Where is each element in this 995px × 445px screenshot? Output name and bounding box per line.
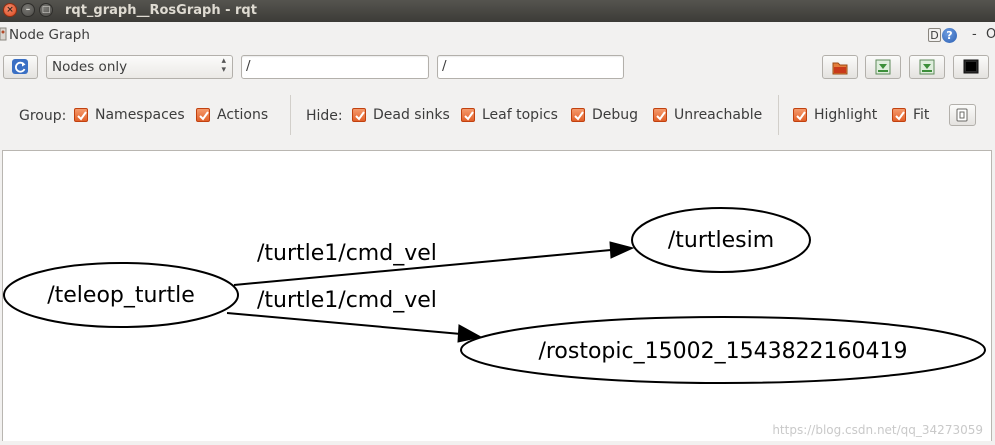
watermark: https://blog.csdn.net/qq_34273059	[772, 423, 983, 437]
dock-d-button[interactable]: D	[928, 28, 941, 42]
plugin-header: Node Graph D ? - O	[0, 23, 995, 49]
window-title: rqt_graph__RosGraph - rqt	[65, 3, 257, 18]
help-button[interactable]: ?	[942, 28, 957, 43]
namespaces-label: Namespaces	[95, 107, 185, 123]
checkmark-icon	[461, 108, 475, 122]
fit-view-icon	[956, 108, 968, 122]
save-dot-icon	[875, 59, 891, 75]
combo-arrows-icon: ▴ ▾	[221, 56, 226, 75]
options-divider	[290, 95, 291, 135]
refresh-button[interactable]	[3, 55, 38, 79]
namespace-filter-input[interactable]	[246, 58, 414, 74]
help-icon: ?	[942, 28, 957, 43]
close-plugin-button[interactable]: O	[986, 27, 995, 42]
graph-view: /turtle1/cmd_vel /turtle1/cmd_vel /teleo…	[3, 207, 986, 384]
maximize-window-button[interactable]: □	[39, 3, 53, 17]
hide-label: Hide:	[306, 108, 343, 124]
checkmark-icon	[74, 108, 88, 122]
unreachable-checkbox[interactable]: Unreachable	[653, 107, 762, 123]
checkmark-icon	[196, 108, 210, 122]
checkmark-icon	[352, 108, 366, 122]
checkmark-icon	[793, 108, 807, 122]
checkmark-icon	[571, 108, 585, 122]
plugin-icon	[0, 27, 7, 41]
graph-mode-select[interactable]: Nodes only ▴ ▾	[46, 55, 233, 79]
namespace-filter-field[interactable]	[241, 55, 429, 79]
namespaces-checkbox[interactable]: Namespaces	[74, 107, 185, 123]
checkmark-icon	[653, 108, 667, 122]
options-divider	[778, 95, 779, 135]
save-svg-icon	[919, 59, 935, 75]
window-title-bar: × – □ rqt_graph__RosGraph - rqt	[0, 0, 995, 22]
node-teleop-turtle[interactable]: /teleop_turtle	[3, 262, 239, 328]
highlight-checkbox[interactable]: Highlight	[793, 107, 877, 123]
group-label: Group:	[19, 108, 67, 124]
save-dot-button[interactable]	[865, 55, 901, 79]
edge-label-turtlesim: /turtle1/cmd_vel	[257, 241, 437, 266]
save-image-button[interactable]	[953, 55, 989, 79]
actions-label: Actions	[217, 107, 269, 123]
debug-checkbox[interactable]: Debug	[571, 107, 638, 123]
node-label: /turtlesim	[668, 228, 774, 253]
graph-canvas[interactable]: /turtle1/cmd_vel /turtle1/cmd_vel /teleo…	[2, 150, 992, 441]
minimize-icon: –	[25, 5, 31, 15]
highlight-label: Highlight	[814, 107, 878, 123]
fit-checkbox[interactable]: Fit	[892, 107, 929, 123]
actions-checkbox[interactable]: Actions	[196, 107, 268, 123]
open-folder-icon	[832, 62, 848, 75]
node-rostopic[interactable]: /rostopic_15002_1543822160419	[460, 316, 986, 384]
close-window-button[interactable]: ×	[3, 3, 17, 17]
topic-filter-input[interactable]	[442, 58, 609, 74]
maximize-icon: □	[41, 5, 51, 15]
minimize-plugin-button[interactable]: -	[972, 27, 977, 42]
fit-label: Fit	[913, 107, 930, 123]
edge-to-rostopic[interactable]	[226, 312, 483, 343]
debug-label: Debug	[592, 107, 639, 123]
arrowhead-icon	[609, 241, 635, 259]
unreachable-label: Unreachable	[674, 107, 763, 123]
fit-view-button[interactable]	[949, 104, 976, 126]
monitor-icon	[963, 59, 979, 74]
save-svg-button[interactable]	[909, 55, 945, 79]
leaf-topics-label: Leaf topics	[482, 107, 558, 123]
close-icon: ×	[6, 5, 14, 15]
checkmark-icon	[892, 108, 906, 122]
dead-sinks-label: Dead sinks	[373, 107, 450, 123]
node-turtlesim[interactable]: /turtlesim	[631, 207, 811, 273]
load-dot-button[interactable]	[822, 55, 858, 79]
minimize-window-button[interactable]: –	[21, 3, 35, 17]
leaf-topics-checkbox[interactable]: Leaf topics	[461, 107, 558, 123]
node-label: /rostopic_15002_1543822160419	[538, 339, 907, 364]
topic-filter-field[interactable]	[437, 55, 624, 79]
graph-mode-value: Nodes only	[52, 59, 128, 75]
edge-label-rostopic: /turtle1/cmd_vel	[257, 288, 437, 313]
dead-sinks-checkbox[interactable]: Dead sinks	[352, 107, 450, 123]
edge-line	[226, 312, 462, 335]
refresh-icon	[12, 59, 28, 74]
plugin-title: Node Graph	[9, 27, 90, 43]
node-label: /teleop_turtle	[47, 283, 195, 308]
